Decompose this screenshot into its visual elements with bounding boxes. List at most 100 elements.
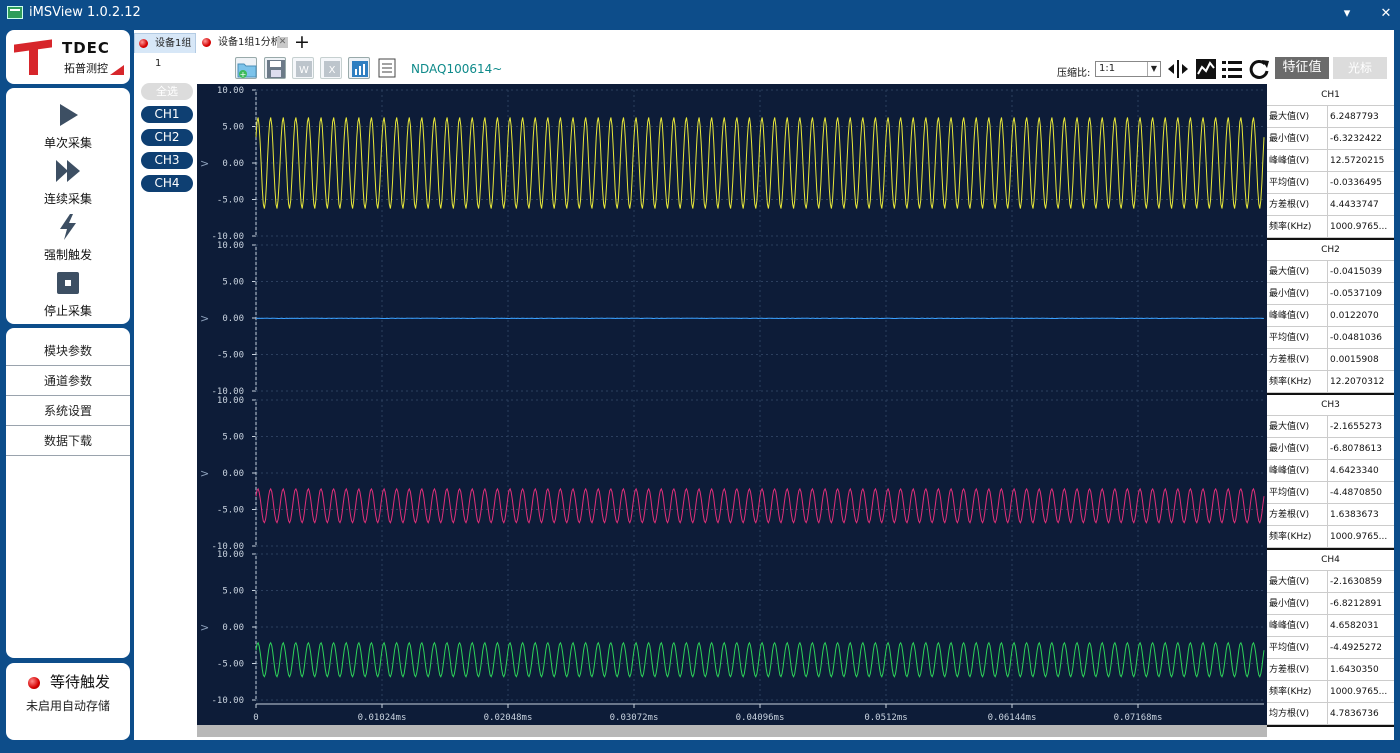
excel-export-icon[interactable]: X bbox=[320, 57, 342, 79]
y-tick-label: 0.00 bbox=[222, 623, 244, 633]
waveform-chart: 10.00 5.00 0.00 -5.00 -10.00 >10.00 5.00 0.00 -5… bbox=[200, 86, 1265, 723]
stat-key: 最小值(V) bbox=[1269, 444, 1310, 454]
stat-key: 最大值(V) bbox=[1269, 112, 1310, 122]
stat-row: 频率(KHz) 1000.9765... bbox=[1267, 681, 1394, 703]
y-tick-label: 5.00 bbox=[222, 433, 244, 443]
channel-button-ch1[interactable]: CH1 bbox=[141, 106, 193, 123]
tab-close-icon[interactable]: ✕ bbox=[277, 37, 288, 48]
waveform-view-icon[interactable] bbox=[1195, 58, 1217, 80]
x-tick-label: 0.0512ms bbox=[864, 713, 907, 723]
stat-value: 4.6582031 bbox=[1327, 615, 1394, 637]
report-list-icon[interactable] bbox=[376, 57, 398, 79]
y-tick-label: 10.00 bbox=[217, 396, 244, 406]
chart-export-icon[interactable] bbox=[348, 57, 370, 79]
compression-ratio-select[interactable]: 1:1 ▼ bbox=[1095, 61, 1161, 77]
x-tick-label: 0.04096ms bbox=[736, 713, 785, 723]
stat-row: 峰峰值(V) 4.6423340 bbox=[1267, 460, 1394, 482]
stat-value: 12.2070312 bbox=[1327, 371, 1394, 393]
stat-row: 最小值(V) -6.3232422 bbox=[1267, 128, 1394, 150]
stat-value: -0.0415039 bbox=[1327, 261, 1394, 283]
list-view-icon[interactable] bbox=[1221, 58, 1243, 80]
acquisition-panel: 单次采集 连续采集 强制触发 停止采集 bbox=[6, 88, 130, 324]
y-tick-label: 10.00 bbox=[217, 86, 244, 96]
open-folder-icon[interactable]: + bbox=[235, 57, 257, 79]
continuous-acquire-button[interactable]: 连续采集 bbox=[6, 156, 130, 212]
select-all-button[interactable]: 全选 bbox=[141, 83, 193, 100]
window-title: iMSView 1.0.2.12 bbox=[29, 5, 141, 20]
stat-key: 均方根(V) bbox=[1269, 709, 1310, 719]
tab-label: 设备1组1分析 bbox=[218, 37, 281, 48]
stat-key: 平均值(V) bbox=[1269, 178, 1310, 188]
status-panel: 等待触发 未启用自动存储 bbox=[6, 663, 130, 740]
stat-key: 方差根(V) bbox=[1269, 510, 1310, 520]
force-trigger-button[interactable]: 强制触发 bbox=[6, 212, 130, 268]
tab-device-group[interactable]: 设备1组1 bbox=[134, 33, 196, 69]
lightning-icon bbox=[60, 214, 76, 240]
stat-key: 方差根(V) bbox=[1269, 200, 1310, 210]
stat-row: 最大值(V) -2.1630859 bbox=[1267, 571, 1394, 593]
x-tick-label: 0.02048ms bbox=[484, 713, 533, 723]
menu-item-data-download[interactable]: 数据下载 bbox=[6, 426, 130, 456]
menu-item-system-settings[interactable]: 系统设置 bbox=[6, 396, 130, 426]
stat-row: 频率(KHz) 1000.9765... bbox=[1267, 526, 1394, 548]
y-tick-label: 0.00 bbox=[222, 314, 244, 324]
stat-value: 1000.9765... bbox=[1327, 526, 1394, 548]
stat-row: 频率(KHz) 1000.9765... bbox=[1267, 216, 1394, 238]
y-tick-label: 5.00 bbox=[222, 278, 244, 288]
word-export-icon[interactable]: W bbox=[292, 57, 314, 79]
stat-value: 0.0122070 bbox=[1327, 305, 1394, 327]
channel-button-ch3[interactable]: CH3 bbox=[141, 152, 193, 169]
stat-row: 方差根(V) 1.6430350 bbox=[1267, 659, 1394, 681]
stat-row: 峰峰值(V) 4.6582031 bbox=[1267, 615, 1394, 637]
stat-value: -2.1655273 bbox=[1327, 416, 1394, 438]
stat-value: -4.4925272 bbox=[1327, 637, 1394, 659]
stat-value: -0.0537109 bbox=[1327, 283, 1394, 305]
tab-device-group-analysis[interactable]: 设备1组1分析 ✕ bbox=[198, 33, 290, 53]
waveform-plot[interactable]: 10.00 5.00 0.00 -5.00 -10.00 >10.00 5.00 0.00 -5… bbox=[197, 84, 1267, 725]
tdec-logo-icon bbox=[14, 39, 54, 75]
stat-row: 最小值(V) -0.0537109 bbox=[1267, 283, 1394, 305]
tab-label: 设备1组1 bbox=[155, 38, 192, 69]
svg-text:W: W bbox=[299, 65, 309, 76]
add-tab-button[interactable]: + bbox=[294, 31, 310, 53]
stat-row: 平均值(V) -4.4870850 bbox=[1267, 482, 1394, 504]
save-icon[interactable] bbox=[264, 57, 286, 79]
y-tick-label: 0.00 bbox=[222, 159, 244, 169]
x-tick-label: 0 bbox=[253, 713, 258, 723]
channel-button-ch2[interactable]: CH2 bbox=[141, 129, 193, 146]
logo-brand: TDEC bbox=[62, 39, 110, 57]
channel-marker-icon: > bbox=[200, 312, 209, 325]
menu-item-channel-params[interactable]: 通道参数 bbox=[6, 366, 130, 396]
stat-block-title: CH3 bbox=[1267, 394, 1394, 416]
stat-row: 方差根(V) 0.0015908 bbox=[1267, 349, 1394, 371]
fit-width-icon[interactable] bbox=[1167, 58, 1189, 80]
close-button[interactable]: ✕ bbox=[1376, 4, 1396, 24]
channel-button-ch4[interactable]: CH4 bbox=[141, 175, 193, 192]
stat-row: 最小值(V) -6.8078613 bbox=[1267, 438, 1394, 460]
stop-acquire-label: 停止采集 bbox=[43, 304, 92, 318]
compression-ratio-value: 1:1 bbox=[1099, 63, 1116, 74]
stat-key: 峰峰值(V) bbox=[1269, 621, 1310, 631]
stat-row: 最大值(V) -0.0415039 bbox=[1267, 261, 1394, 283]
chevron-down-icon: ▼ bbox=[1147, 62, 1160, 76]
stop-acquire-button[interactable]: 停止采集 bbox=[6, 268, 130, 324]
refresh-icon[interactable] bbox=[1248, 58, 1270, 80]
stat-value: -6.8078613 bbox=[1327, 438, 1394, 460]
stat-value: 4.7836736 bbox=[1327, 703, 1394, 725]
stat-row: 峰峰值(V) 12.5720215 bbox=[1267, 150, 1394, 172]
feature-value-button[interactable]: 特征值 bbox=[1275, 57, 1329, 79]
minimize-button[interactable]: ▾ bbox=[1337, 4, 1357, 24]
menu-item-module-params[interactable]: 模块参数 bbox=[6, 336, 130, 366]
cursor-button[interactable]: 光标 bbox=[1333, 57, 1387, 79]
stat-row: 平均值(V) -4.4925272 bbox=[1267, 637, 1394, 659]
status-subtitle: 未启用自动存储 bbox=[25, 699, 110, 713]
channel-marker-icon: > bbox=[200, 621, 209, 634]
y-tick-label: -5.00 bbox=[217, 506, 244, 516]
stat-block-ch2: CH2 最大值(V) -0.0415039 最小值(V) -0.0537109 峰峰值(V… bbox=[1267, 239, 1394, 395]
app-icon bbox=[7, 6, 23, 19]
y-tick-label: 5.00 bbox=[222, 587, 244, 597]
svg-text:X: X bbox=[329, 65, 336, 76]
stat-row: 均方根(V) 4.7836736 bbox=[1267, 703, 1394, 725]
single-acquire-button[interactable]: 单次采集 bbox=[6, 100, 130, 156]
horizontal-scrollbar[interactable] bbox=[197, 725, 1267, 737]
